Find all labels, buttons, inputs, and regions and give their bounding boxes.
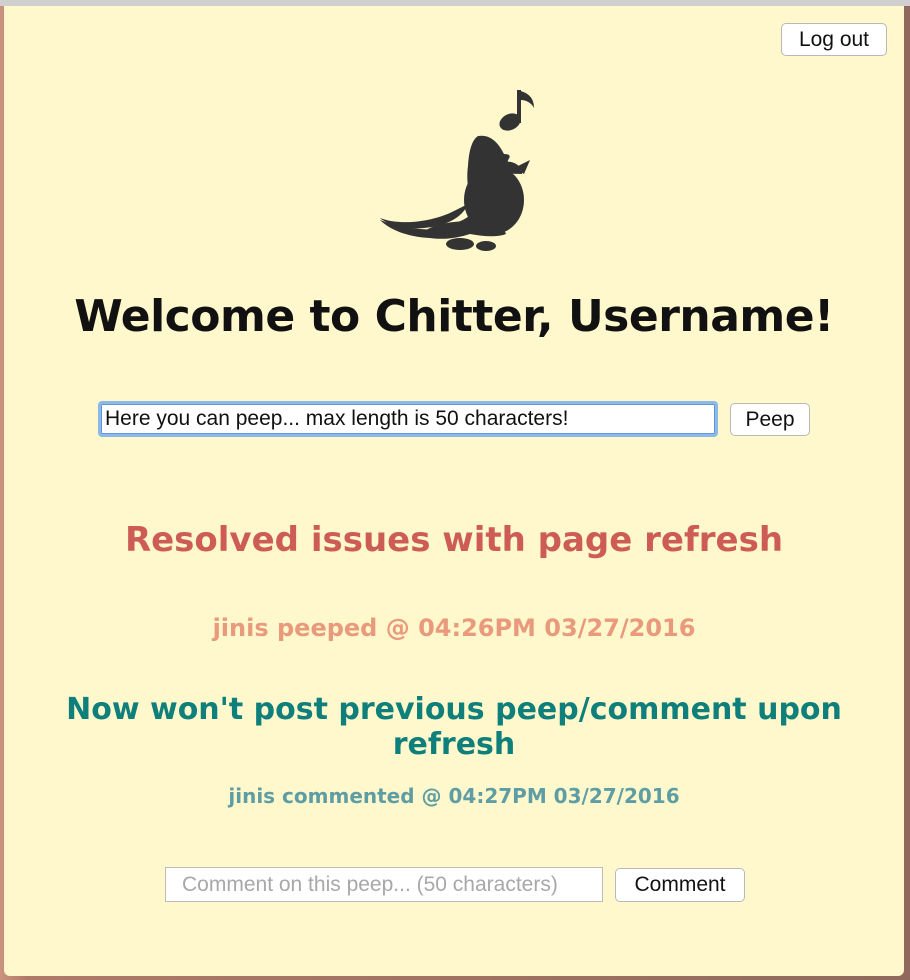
comment-input[interactable] — [165, 867, 603, 902]
comment-meta: jinis commented @ 04:27PM 03/27/2016 — [228, 784, 680, 808]
welcome-heading: Welcome to Chitter, Username! — [74, 291, 834, 342]
chitter-page: Log out Welcome to Chitter, Username! He… — [4, 6, 904, 976]
comment-button[interactable]: Comment — [615, 868, 745, 902]
peep-text: Resolved issues with page refresh — [124, 520, 784, 560]
peep-button[interactable]: Peep — [730, 403, 810, 436]
peep-input[interactable] — [98, 401, 718, 437]
bird-with-music-note-icon — [380, 90, 534, 251]
logout-button[interactable]: Log out — [781, 23, 887, 56]
browser-window: Log out Welcome to Chitter, Username! He… — [0, 0, 910, 980]
comment-text: Now won't post previous peep/comment upo… — [66, 692, 842, 762]
peep-meta: jinis peeped @ 04:26PM 03/27/2016 — [212, 614, 696, 642]
